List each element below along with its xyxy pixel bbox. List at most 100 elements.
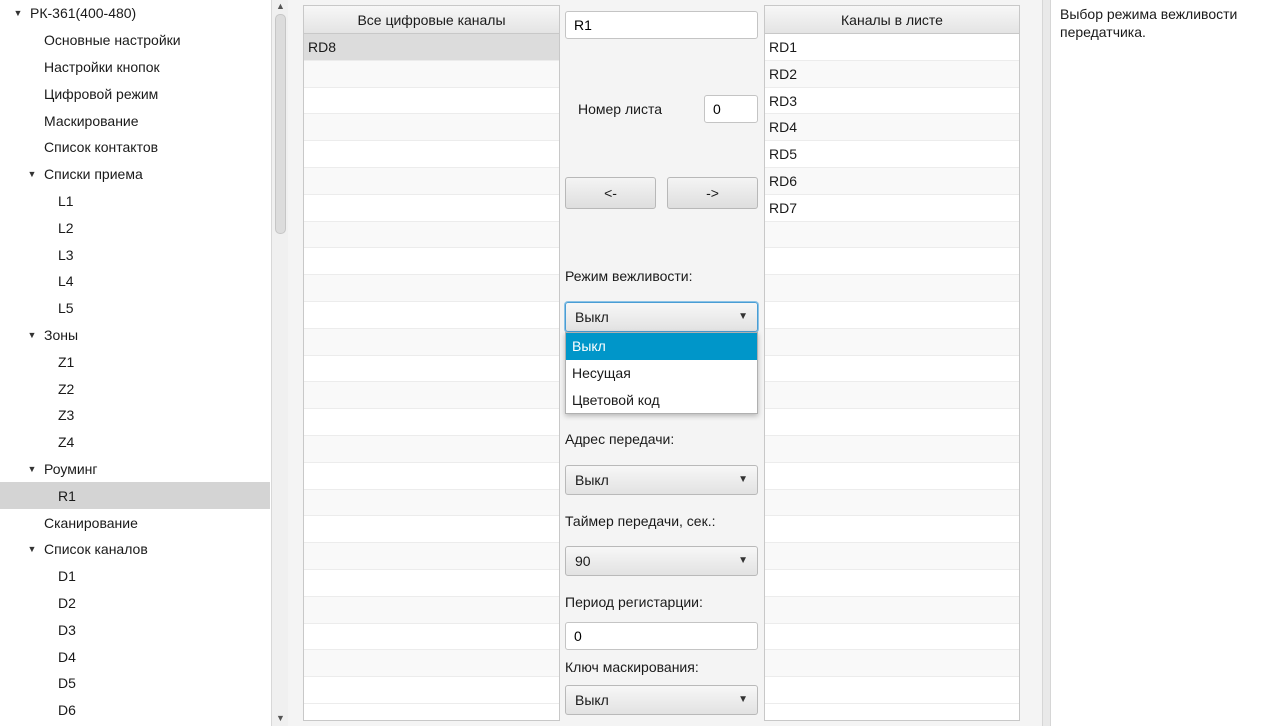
tree-item[interactable]: Сканирование [0, 509, 270, 536]
roaming-name-input[interactable] [565, 11, 758, 39]
list-item[interactable] [765, 356, 1019, 383]
list-item[interactable] [304, 167, 559, 195]
list-item[interactable] [304, 88, 559, 115]
registration-period-input[interactable] [565, 622, 758, 650]
list-item[interactable] [304, 463, 559, 490]
tree-item[interactable]: Маскирование [0, 107, 270, 134]
list-item[interactable] [765, 328, 1019, 356]
tree-item[interactable]: Основные настройки [0, 27, 270, 54]
list-item[interactable]: RD5 [765, 141, 1019, 168]
tree-item[interactable]: Z2 [0, 375, 270, 402]
scrollbar-thumb[interactable] [275, 14, 286, 234]
all-channels-list[interactable]: Все цифровые каналы RD8 [303, 5, 560, 721]
tree-item[interactable]: Z4 [0, 429, 270, 456]
tree-item[interactable]: L3 [0, 241, 270, 268]
tree-item[interactable]: Z1 [0, 348, 270, 375]
tree-item[interactable]: Цифровой режим [0, 80, 270, 107]
list-item[interactable] [304, 114, 559, 142]
mask-key-select[interactable]: Выкл ▼ [565, 685, 758, 715]
courtesy-mode-dropdown[interactable]: Выкл Несущая Цветовой код [565, 332, 758, 415]
list-item[interactable] [304, 356, 559, 383]
tree-item[interactable]: D1 [0, 563, 270, 590]
list-item[interactable] [765, 463, 1019, 490]
list-item[interactable]: RD4 [765, 114, 1019, 142]
tree-item[interactable]: D5 [0, 670, 270, 697]
sheet-channels-list[interactable]: Каналы в листе RD1 RD2 RD3 RD4 RD5 RD6 RD7 [764, 5, 1020, 721]
list-item[interactable] [765, 382, 1019, 410]
list-item[interactable] [304, 543, 559, 570]
list-item[interactable] [765, 596, 1019, 624]
tree-item[interactable]: L4 [0, 268, 270, 295]
list-item[interactable] [765, 624, 1019, 651]
move-right-button[interactable]: -> [667, 177, 758, 209]
tx-address-select[interactable]: Выкл ▼ [565, 465, 758, 495]
tree-item[interactable]: D2 [0, 590, 270, 617]
list-item[interactable] [304, 221, 559, 249]
tree-item[interactable]: R1 [0, 482, 270, 510]
tree-item[interactable]: L1 [0, 188, 270, 215]
expand-arrow-icon[interactable]: ▼ [26, 544, 38, 554]
scroll-down-icon[interactable]: ▼ [272, 712, 289, 724]
tree-item[interactable]: ▼ РК-361(400-480) [0, 0, 270, 27]
list-item[interactable]: RD6 [765, 167, 1019, 195]
tree-item[interactable]: D3 [0, 616, 270, 643]
tree-item[interactable]: ▼ Зоны [0, 322, 270, 349]
dropdown-option[interactable]: Выкл [566, 333, 757, 360]
list-item[interactable] [304, 489, 559, 517]
list-item[interactable] [304, 596, 559, 624]
list-item[interactable] [304, 328, 559, 356]
list-item[interactable] [304, 195, 559, 222]
list-item[interactable] [765, 650, 1019, 678]
expand-arrow-icon[interactable]: ▼ [26, 330, 38, 340]
list-item[interactable]: RD1 [765, 34, 1019, 61]
list-item[interactable] [304, 275, 559, 302]
tree-item[interactable]: D6 [0, 697, 270, 724]
tree-item[interactable]: ▼ Списки приема [0, 161, 270, 188]
panel-divider[interactable] [1042, 0, 1051, 726]
list-item[interactable] [304, 435, 559, 463]
courtesy-mode-select[interactable]: Выкл ▼ [565, 302, 758, 332]
list-item[interactable] [765, 677, 1019, 704]
list-item[interactable]: RD2 [765, 60, 1019, 88]
list-item[interactable]: RD8 [304, 34, 559, 61]
expand-arrow-icon[interactable]: ▼ [26, 464, 38, 474]
scroll-up-icon[interactable]: ▲ [272, 0, 289, 12]
tree-item[interactable]: L2 [0, 214, 270, 241]
list-item[interactable] [765, 302, 1019, 329]
list-item[interactable]: RD3 [765, 88, 1019, 115]
list-item[interactable] [765, 248, 1019, 276]
dropdown-option[interactable]: Несущая [566, 360, 757, 387]
tree-item[interactable]: ▼ Список каналов [0, 536, 270, 563]
list-item[interactable]: RD7 [765, 195, 1019, 222]
list-item[interactable] [304, 570, 559, 597]
list-item[interactable] [765, 221, 1019, 249]
list-item[interactable] [304, 302, 559, 329]
list-item[interactable] [304, 248, 559, 276]
list-item[interactable] [304, 650, 559, 678]
list-item[interactable] [304, 624, 559, 651]
list-item[interactable] [765, 435, 1019, 463]
tree-item[interactable]: Настройки кнопок [0, 54, 270, 81]
list-item[interactable] [304, 141, 559, 168]
expand-arrow-icon[interactable]: ▼ [12, 8, 24, 18]
list-item[interactable] [304, 677, 559, 704]
list-item[interactable] [765, 543, 1019, 570]
tree-scrollbar[interactable]: ▲ ▼ [271, 0, 288, 726]
expand-arrow-icon[interactable]: ▼ [26, 169, 38, 179]
list-item[interactable] [304, 382, 559, 410]
list-item[interactable] [765, 409, 1019, 436]
list-item[interactable] [304, 409, 559, 436]
tree-item[interactable]: D4 [0, 643, 270, 670]
tree-item[interactable]: ▼ Роуминг [0, 456, 270, 483]
dropdown-option[interactable]: Цветовой код [566, 387, 757, 414]
tree-item[interactable]: Список контактов [0, 134, 270, 161]
list-item[interactable] [304, 60, 559, 88]
list-item[interactable] [765, 275, 1019, 302]
move-left-button[interactable]: <- [565, 177, 656, 209]
sheet-number-input[interactable] [704, 95, 758, 123]
list-item[interactable] [765, 570, 1019, 597]
list-item[interactable] [765, 489, 1019, 517]
tx-timer-select[interactable]: 90 ▼ [565, 546, 758, 576]
tree-item[interactable]: Z3 [0, 402, 270, 429]
tree-item[interactable]: L5 [0, 295, 270, 322]
